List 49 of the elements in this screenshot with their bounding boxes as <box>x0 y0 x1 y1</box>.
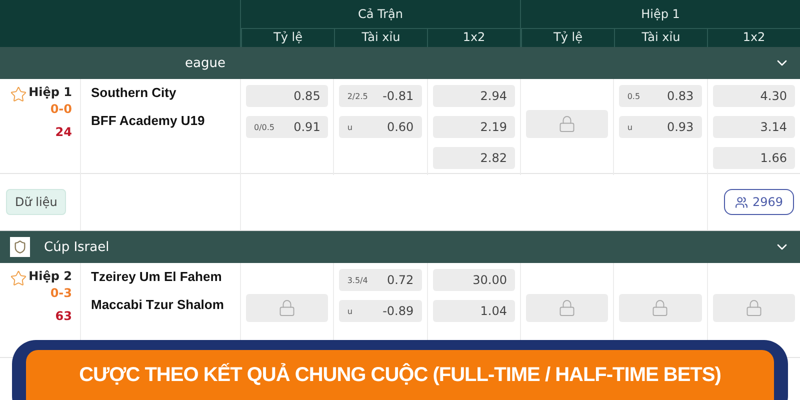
users-icon <box>735 196 748 208</box>
lock-icon <box>278 299 296 317</box>
odds-button[interactable]: 3.5/4 0.72 <box>339 269 422 291</box>
odds-button[interactable]: u -0.89 <box>339 300 422 322</box>
lock-icon <box>744 299 763 317</box>
odds-button[interactable]: 0.5 0.83 <box>619 85 702 107</box>
league-name: eague <box>184 56 226 70</box>
banner-title: CƯỢC THEO KẾT QUẢ CHUNG CUỘC (FULL-TIME / HALF-TIME BETS) <box>79 364 721 388</box>
team-name: Southern City <box>91 85 178 101</box>
league-header[interactable]: eague <box>0 47 800 79</box>
match-score: 0-0 <box>50 102 72 116</box>
odds-button[interactable]: u 0.93 <box>619 116 702 138</box>
league-name: Cúp Israel <box>44 240 110 254</box>
match-minute: 24 <box>55 125 72 139</box>
column-group-header: Hiệp 1 <box>521 0 800 29</box>
locked-odds-button[interactable] <box>246 294 328 322</box>
league-header[interactable]: Cúp Israel <box>0 231 800 263</box>
odds-button[interactable]: 2.19 <box>432 116 515 138</box>
odds-button[interactable]: u 0.60 <box>339 116 422 138</box>
match-period: Hiệp 1 <box>28 85 72 99</box>
odds-button[interactable]: 2.82 <box>432 147 515 169</box>
odds-button[interactable]: 2.94 <box>432 85 515 107</box>
odds-button[interactable]: 0/0.5 0.91 <box>246 116 328 138</box>
locked-odds-button[interactable] <box>619 294 702 322</box>
odds-button[interactable]: 1.04 <box>432 300 515 322</box>
locked-odds-button[interactable] <box>526 110 608 138</box>
favorite-star-icon[interactable] <box>10 270 27 287</box>
odds-button[interactable]: 3.14 <box>712 116 795 138</box>
team-name: Maccabi Tzur Shalom <box>91 297 225 313</box>
match-period: Hiệp 2 <box>28 269 72 283</box>
odds-button[interactable]: 30.00 <box>432 269 515 291</box>
odds-button[interactable]: 4.30 <box>712 85 795 107</box>
favorite-star-icon[interactable] <box>10 86 27 103</box>
locked-odds-button[interactable] <box>712 294 795 322</box>
match-minute: 63 <box>55 309 72 323</box>
match-score: 0-3 <box>50 286 72 300</box>
lock-icon <box>651 299 670 317</box>
odds-button[interactable]: 1.66 <box>712 147 795 169</box>
team-name: BFF Academy U19 <box>91 113 206 129</box>
odds-button[interactable]: 2/2.5 -0.81 <box>339 85 422 107</box>
league-logo-icon <box>10 237 30 257</box>
column-group-header: Cả Trận <box>241 0 520 29</box>
odds-button[interactable]: 0.85 <box>246 85 328 107</box>
lock-icon <box>558 299 576 317</box>
locked-odds-button[interactable] <box>526 294 608 322</box>
data-button[interactable]: Dữ liệu <box>6 189 66 215</box>
team-name: Tzeirey Um El Fahem <box>91 269 223 285</box>
viewers-button[interactable]: 2969 <box>724 189 794 215</box>
lock-icon <box>558 115 576 133</box>
